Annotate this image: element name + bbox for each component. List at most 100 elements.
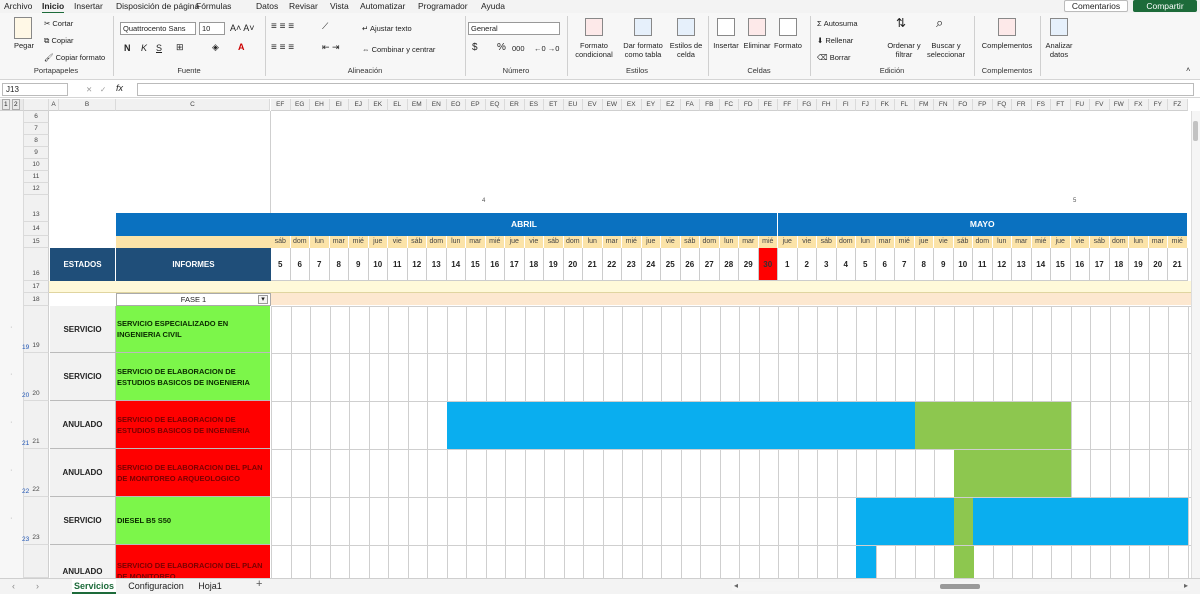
comments-button[interactable]: Comentarios	[1064, 0, 1128, 12]
font-color-icon[interactable]: A	[238, 43, 245, 52]
autosum-button[interactable]: Σ Autosuma	[817, 19, 858, 28]
column-header[interactable]: FG	[797, 99, 817, 111]
row-header[interactable]: 12	[24, 183, 49, 195]
outline-level-1[interactable]: 1	[2, 99, 10, 110]
row-header[interactable]: 8	[24, 135, 49, 147]
column-header[interactable]: FZ	[1168, 99, 1188, 111]
day-number-cell[interactable]: 29	[739, 248, 759, 281]
day-number-cell[interactable]: 16	[485, 248, 505, 281]
menu-disposicindepgina[interactable]: Disposición de página	[116, 0, 199, 12]
column-header[interactable]: EU	[563, 99, 583, 111]
column-header[interactable]: FE	[758, 99, 778, 111]
day-number-cell[interactable]: 13	[1012, 248, 1032, 281]
day-number-cell[interactable]: 22	[602, 248, 622, 281]
column-header[interactable]: C	[116, 99, 270, 111]
day-number-cell[interactable]: 10	[953, 248, 973, 281]
delete-cells-button[interactable]: Eliminar	[740, 41, 774, 50]
day-number-cell[interactable]: 27	[700, 248, 720, 281]
day-number-cell[interactable]: 5	[271, 248, 291, 281]
row-header[interactable]: 14	[24, 222, 49, 236]
day-number-cell[interactable]: 15	[1051, 248, 1071, 281]
day-number-cell[interactable]: 1	[778, 248, 798, 281]
day-number-cell[interactable]: 18	[1109, 248, 1129, 281]
vertical-scroll-thumb[interactable]	[1193, 121, 1198, 141]
column-header[interactable]: EO	[446, 99, 466, 111]
column-header[interactable]: FA	[680, 99, 700, 111]
day-number-cell[interactable]: 8	[914, 248, 934, 281]
column-header[interactable]: FO	[953, 99, 973, 111]
vertical-scrollbar[interactable]	[1191, 111, 1200, 578]
scroll-left-icon[interactable]: ◂	[734, 581, 738, 590]
day-number-cell[interactable]: 14	[1031, 248, 1051, 281]
day-number-cell[interactable]: 23	[622, 248, 642, 281]
formula-input[interactable]	[137, 83, 1194, 96]
column-header[interactable]: B	[59, 99, 116, 111]
prev-sheet-icon[interactable]: ‹	[12, 582, 15, 591]
gantt-bar-blue[interactable]	[447, 402, 915, 449]
day-number-cell[interactable]: 16	[1070, 248, 1090, 281]
currency-button[interactable]: $	[472, 43, 478, 53]
find-select-button[interactable]: Buscar y seleccionar	[920, 41, 972, 59]
informe-cell[interactable]: SERVICIO ESPECIALIZADO EN INGENIERIA CIV…	[116, 306, 270, 353]
column-header[interactable]: EK	[368, 99, 388, 111]
gantt-bar-green[interactable]	[915, 402, 1071, 449]
gantt-bar-green[interactable]	[954, 546, 974, 578]
align-left-icon[interactable]: ≡ ≡ ≡	[271, 43, 294, 53]
menu-insertar[interactable]: Insertar	[74, 0, 103, 12]
day-number-cell[interactable]: 17	[505, 248, 525, 281]
fill-color-icon[interactable]: ◈	[212, 43, 219, 52]
italic-button[interactable]: K	[141, 44, 147, 53]
day-number-cell[interactable]: 14	[446, 248, 466, 281]
gantt-bar-green[interactable]	[954, 498, 974, 545]
informe-cell[interactable]: SERVICIO DE ELABORACION DEL PLAN DE MONI…	[116, 449, 270, 497]
align-top-icon[interactable]: ≡ ≡ ≡	[271, 22, 294, 32]
column-header[interactable]	[24, 99, 49, 111]
column-header[interactable]: EH	[310, 99, 330, 111]
row-header[interactable]: 17	[24, 281, 49, 293]
day-number-cell[interactable]: 9	[934, 248, 954, 281]
menu-vista[interactable]: Vista	[330, 0, 349, 12]
column-header[interactable]: ER	[505, 99, 525, 111]
column-header[interactable]: FP	[973, 99, 993, 111]
day-number-cell[interactable]: 4	[836, 248, 856, 281]
decimals-icon[interactable]: ←0 →0	[534, 44, 559, 53]
font-name-select[interactable]: Quattrocento Sans	[120, 22, 196, 35]
row-header[interactable]: 16	[24, 248, 49, 281]
outline-level-2[interactable]: 2	[12, 99, 20, 110]
menu-frmulas[interactable]: Fórmulas	[196, 0, 231, 12]
day-number-cell[interactable]: 2	[797, 248, 817, 281]
column-header[interactable]: FW	[1109, 99, 1129, 111]
day-number-cell[interactable]: 21	[1168, 248, 1188, 281]
column-header[interactable]: FM	[914, 99, 934, 111]
filter-dropdown-icon[interactable]: ▾	[258, 295, 268, 304]
scroll-right-icon[interactable]: ▸	[1184, 581, 1188, 590]
day-number-cell[interactable]: 15	[466, 248, 486, 281]
day-number-cell[interactable]: 11	[388, 248, 408, 281]
column-header[interactable]: FN	[934, 99, 954, 111]
day-number-cell[interactable]: 10	[368, 248, 388, 281]
day-number-cell[interactable]: 6	[875, 248, 895, 281]
column-header[interactable]: FC	[719, 99, 739, 111]
column-header[interactable]: EF	[271, 99, 291, 111]
menu-datos[interactable]: Datos	[256, 0, 278, 12]
addins-button[interactable]: Complementos	[976, 41, 1038, 50]
day-number-cell[interactable]: 25	[661, 248, 681, 281]
column-header[interactable]: FY	[1148, 99, 1168, 111]
next-sheet-icon[interactable]: ›	[36, 582, 39, 591]
grow-font-icon[interactable]: A˄ A˅	[230, 24, 255, 33]
format-cells-button[interactable]: Formato	[772, 41, 804, 50]
day-number-cell[interactable]: 24	[641, 248, 661, 281]
analyze-data-button[interactable]: Analizar datos	[1040, 41, 1078, 59]
menu-revisar[interactable]: Revisar	[289, 0, 318, 12]
column-header[interactable]: FI	[836, 99, 856, 111]
orientation-icon[interactable]: ⟋	[322, 22, 328, 31]
underline-button[interactable]: S	[156, 44, 162, 53]
cond-format-button[interactable]: Formato condicional	[570, 41, 618, 59]
column-header[interactable]: FX	[1129, 99, 1149, 111]
column-header[interactable]: EW	[602, 99, 622, 111]
column-header[interactable]: EM	[407, 99, 427, 111]
row-header[interactable]: 13	[24, 195, 49, 222]
fill-button[interactable]: ⬇ Rellenar	[817, 36, 853, 45]
share-button[interactable]: Compartir	[1133, 0, 1197, 12]
day-number-cell[interactable]: 17	[1090, 248, 1110, 281]
